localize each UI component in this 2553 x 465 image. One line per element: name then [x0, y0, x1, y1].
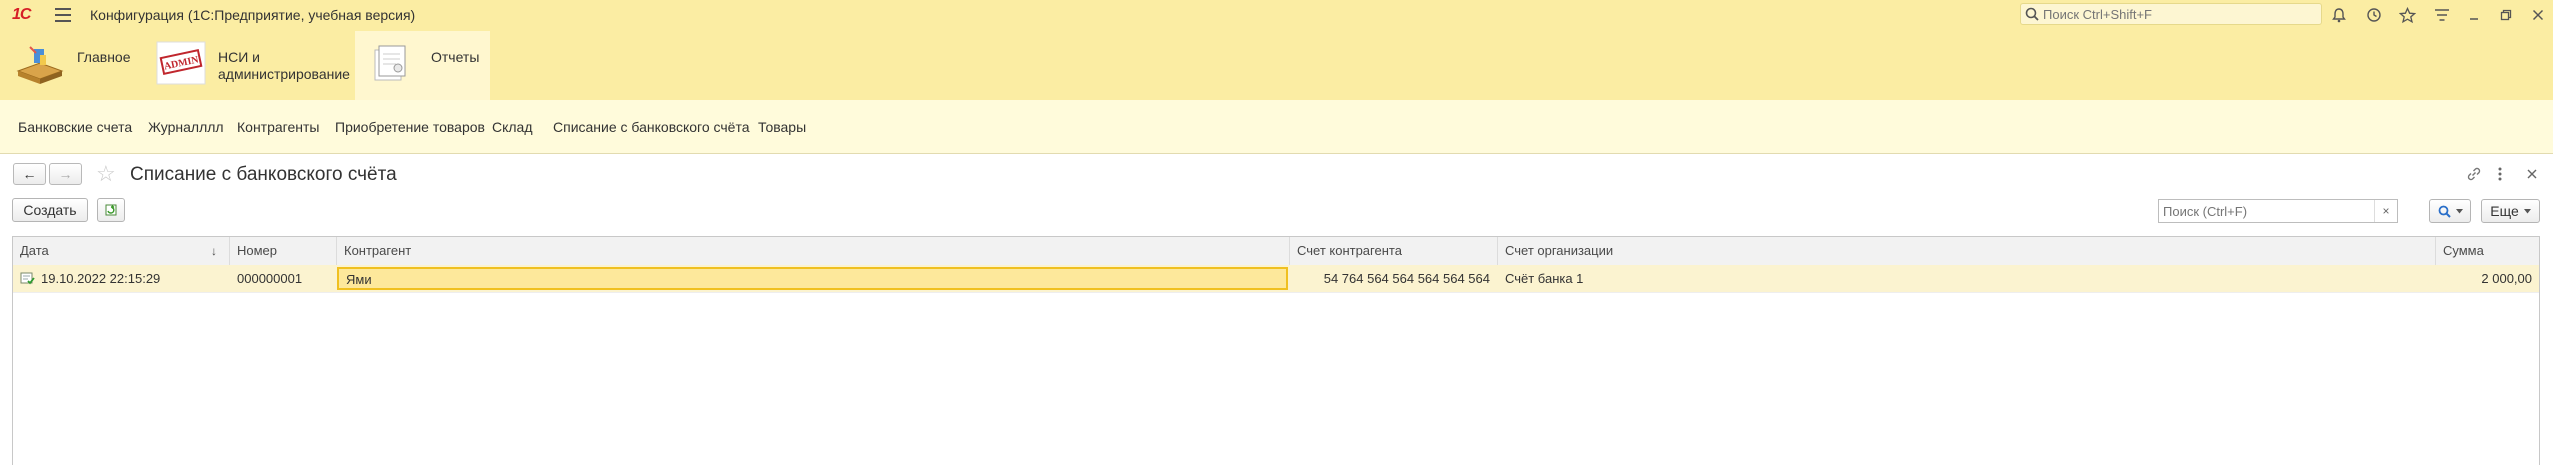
nav-item-warehouse[interactable]: Склад — [492, 119, 533, 136]
section-label-line1: НСИ и — [218, 49, 260, 65]
nav-item-bank-accounts[interactable]: Банковские счета — [18, 119, 132, 136]
form-title: Списание с банковского счёта — [130, 164, 397, 185]
table-row[interactable]: 19.10.2022 22:15:29 000000001 Ями 54 764… — [13, 265, 2539, 293]
link-icon[interactable] — [2465, 165, 2483, 183]
create-button[interactable]: Создать — [12, 198, 88, 222]
list-search[interactable]: × — [2158, 199, 2398, 223]
bell-icon[interactable] — [2329, 5, 2349, 25]
section-label: Отчеты — [431, 49, 480, 65]
column-header-date[interactable]: Дата ↓ — [13, 237, 230, 265]
search-options-button[interactable] — [2429, 199, 2471, 223]
section-admin[interactable]: ADMIN НСИ и администрирование — [145, 31, 353, 100]
history-icon[interactable] — [2364, 5, 2384, 25]
sections-panel: Главное ADMIN НСИ и администрирование От… — [0, 31, 2553, 100]
more-button-label: Еще — [2490, 203, 2519, 219]
section-main[interactable]: Главное — [0, 31, 145, 100]
list-search-input[interactable] — [2163, 202, 2373, 220]
column-header-org-account[interactable]: Счет организации — [1498, 237, 2436, 265]
global-search-input[interactable] — [2043, 5, 2313, 23]
cell-counterparty[interactable]: Ями — [337, 267, 1288, 290]
sort-desc-icon: ↓ — [211, 244, 217, 258]
app-logo: 1С — [12, 6, 31, 23]
more-vertical-icon[interactable] — [2495, 165, 2505, 183]
column-header-number[interactable]: Номер — [230, 237, 337, 265]
nav-item-bank-writeoff[interactable]: Списание с банковского счёта — [553, 119, 750, 136]
more-button[interactable]: Еще — [2481, 199, 2540, 223]
minimize-icon[interactable] — [2464, 5, 2484, 25]
posted-document-icon — [20, 272, 35, 285]
navigation-panel: Банковские счета Журналллл Контрагенты П… — [0, 100, 2553, 154]
chevron-down-icon — [2455, 208, 2463, 213]
cell-amount: 2 000,00 — [2481, 271, 2532, 286]
column-header-counterparty-account[interactable]: Счет контрагента — [1290, 237, 1498, 265]
chevron-down-icon — [2523, 208, 2531, 213]
documents-table: Дата ↓ Номер Контрагент Счет контрагента… — [12, 236, 2540, 465]
search-icon — [2438, 205, 2451, 218]
column-header-counterparty[interactable]: Контрагент — [337, 237, 1290, 265]
home-box-icon — [16, 46, 64, 84]
reports-icon — [374, 45, 406, 81]
section-label: Главное — [77, 49, 131, 65]
restore-window-icon[interactable] — [2496, 5, 2516, 25]
favorites-star-icon[interactable] — [2397, 5, 2417, 25]
cell-counterparty-account: 54 764 564 564 564 564 564 — [1323, 271, 1490, 286]
nav-item-journal[interactable]: Журналллл — [148, 119, 224, 136]
search-icon — [2025, 7, 2039, 21]
nav-item-goods[interactable]: Товары — [758, 119, 806, 136]
cell-date: 19.10.2022 22:15:29 — [13, 265, 230, 292]
forward-button[interactable]: → — [49, 163, 82, 185]
section-label-line2: администрирование — [218, 66, 350, 82]
column-header-amount[interactable]: Сумма — [2436, 237, 2540, 265]
back-button[interactable]: ← — [13, 163, 46, 185]
admin-stamp-icon: ADMIN — [156, 41, 206, 85]
nav-item-purchase-goods[interactable]: Приобретение товаров — [335, 119, 485, 136]
clear-search-button[interactable]: × — [2374, 200, 2397, 222]
close-form-icon[interactable] — [2526, 168, 2538, 180]
nav-item-counterparties[interactable]: Контрагенты — [237, 119, 319, 136]
main-menu-icon[interactable] — [55, 8, 71, 22]
window-title: Конфигурация (1С:Предприятие, учебная ве… — [90, 7, 416, 23]
section-reports[interactable]: Отчеты — [355, 31, 490, 100]
cell-number: 000000001 — [237, 271, 303, 286]
table-header: Дата ↓ Номер Контрагент Счет контрагента… — [13, 237, 2539, 266]
add-to-favorites-icon[interactable]: ☆ — [96, 162, 116, 186]
settings-menu-icon[interactable] — [2432, 5, 2452, 25]
refresh-button[interactable] — [97, 198, 125, 222]
global-search[interactable] — [2020, 3, 2322, 25]
refresh-doc-icon — [105, 204, 117, 216]
cell-org-account: Счёт банка 1 — [1505, 271, 1584, 286]
close-window-icon[interactable] — [2528, 5, 2548, 25]
